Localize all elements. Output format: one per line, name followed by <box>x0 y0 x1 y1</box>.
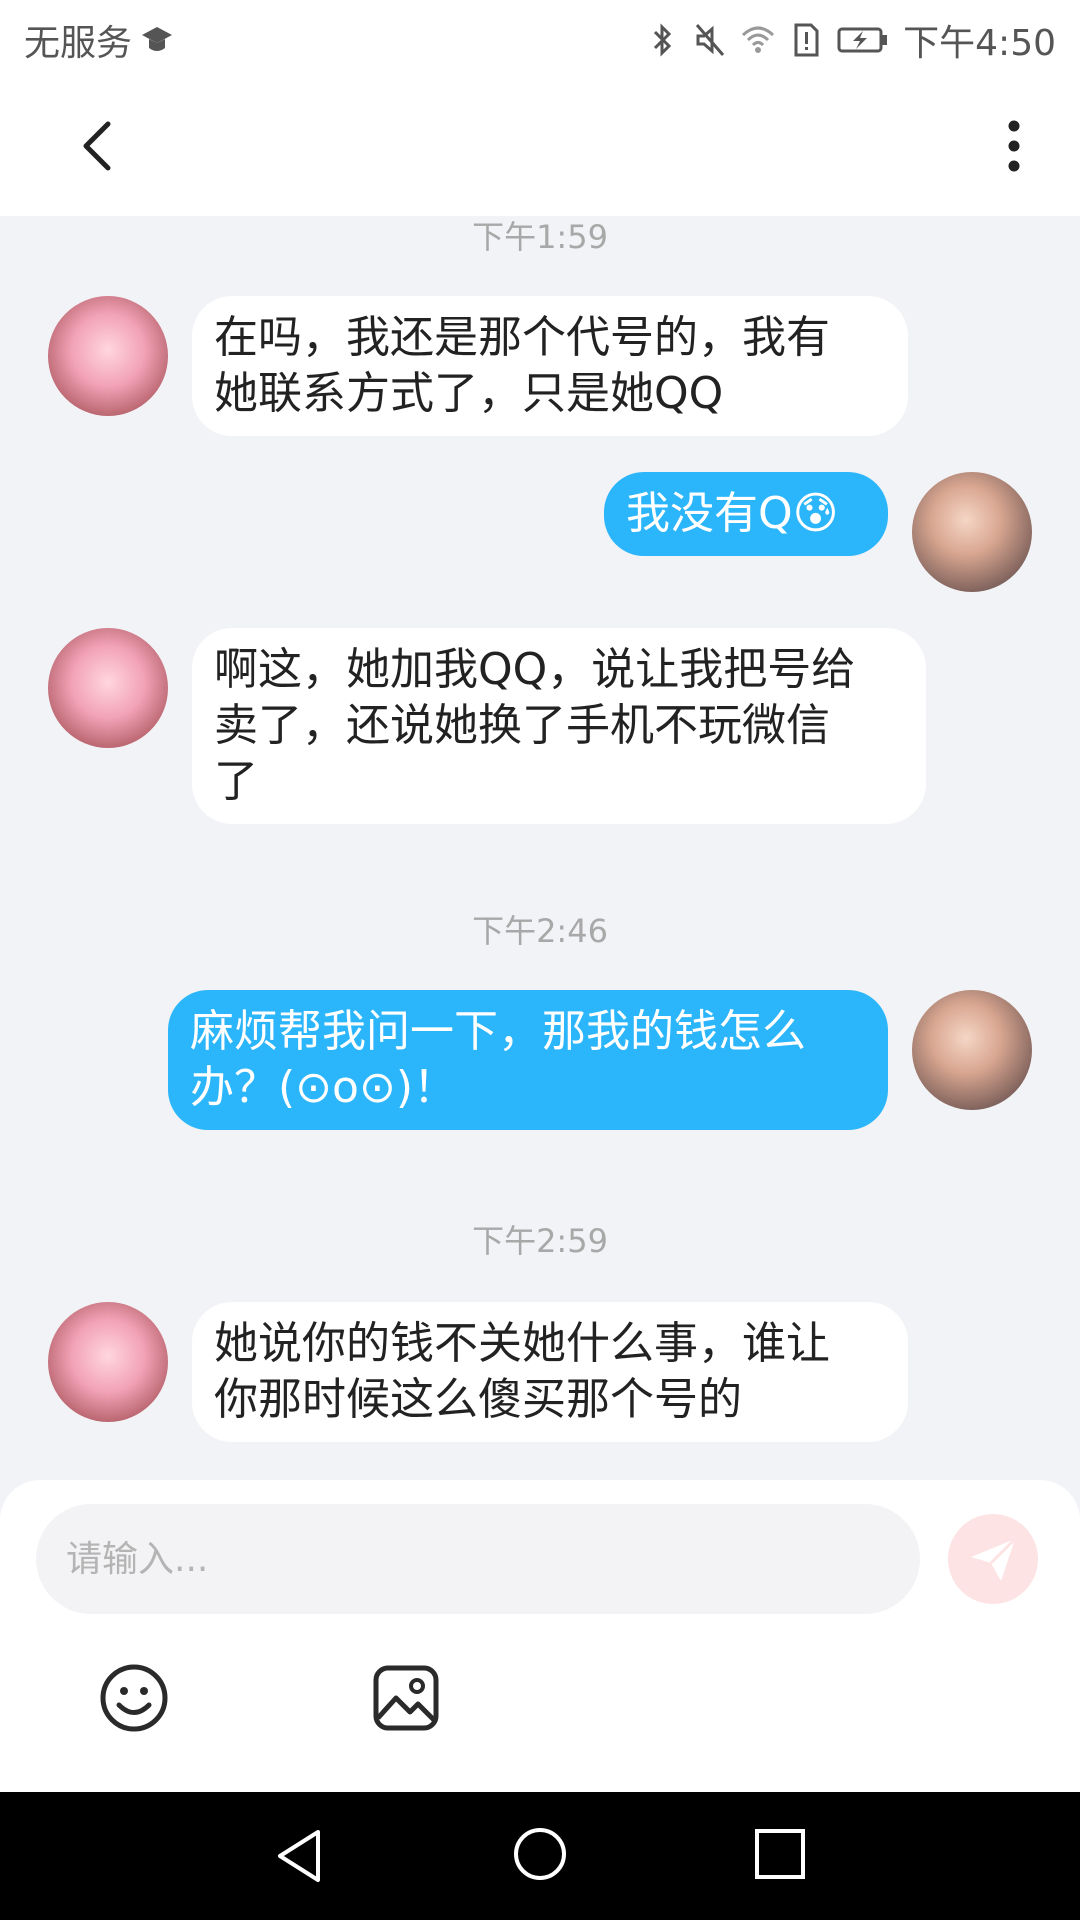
incoming-message-bubble[interactable]: 啊这，她加我QQ，说让我把号给 卖了，还说她换了手机不玩微信 了 <box>192 628 926 824</box>
send-icon <box>971 1537 1017 1581</box>
more-vertical-icon[interactable] <box>984 114 1044 178</box>
friend-avatar[interactable] <box>48 1302 168 1422</box>
input-panel <box>0 1480 1080 1792</box>
nav-home-icon[interactable] <box>512 1824 568 1884</box>
friend-avatar[interactable] <box>48 628 168 748</box>
status-right: 下午4:50 <box>645 14 1056 66</box>
incoming-message-bubble[interactable]: 她说你的钱不关她什么事，谁让 你那时候这么傻买那个号的 <box>192 1302 908 1442</box>
message-timestamp: 下午2:46 <box>472 912 608 950</box>
my-avatar[interactable] <box>912 990 1032 1110</box>
system-nav-bar <box>0 1792 1080 1920</box>
wifi-icon <box>742 26 775 53</box>
incoming-message-bubble[interactable]: 在吗，我还是那个代号的，我有 她联系方式了，只是她QQ <box>192 296 908 436</box>
emoji-icon[interactable] <box>98 1662 170 1734</box>
message-timestamp: 下午1:59 <box>472 218 608 256</box>
chat-message-list[interactable]: 下午1:59 在吗，我还是那个代号的，我有 她联系方式了，只是她QQ 我没有Q😰… <box>0 216 1080 1480</box>
outgoing-message-bubble[interactable]: 我没有Q😰 <box>604 472 888 556</box>
message-input[interactable] <box>36 1504 920 1614</box>
bluetooth-icon <box>654 23 672 57</box>
nav-back-icon[interactable] <box>272 1826 328 1886</box>
my-avatar[interactable] <box>912 472 1032 592</box>
chevron-left-icon[interactable] <box>72 114 132 178</box>
status-time: 下午4:50 <box>903 23 1056 64</box>
image-icon[interactable] <box>370 1662 442 1734</box>
chat-header <box>0 76 1080 216</box>
send-button[interactable] <box>948 1514 1038 1604</box>
status-left: 无服务 <box>24 14 174 66</box>
friend-avatar[interactable] <box>48 296 168 416</box>
message-timestamp: 下午2:59 <box>472 1222 608 1260</box>
battery-charging-icon <box>837 27 888 53</box>
outgoing-message-bubble[interactable]: 麻烦帮我问一下，那我的钱怎么 办？(⊙o⊙)！ <box>168 990 888 1130</box>
nav-recent-icon[interactable] <box>752 1826 808 1882</box>
mute-icon <box>696 24 725 56</box>
sim-alert-icon <box>794 23 819 57</box>
carrier-text: 无服务 <box>24 23 133 64</box>
graduation-cap-icon <box>142 27 173 51</box>
status-bar: 无服务 下午4:50 <box>0 0 1080 76</box>
